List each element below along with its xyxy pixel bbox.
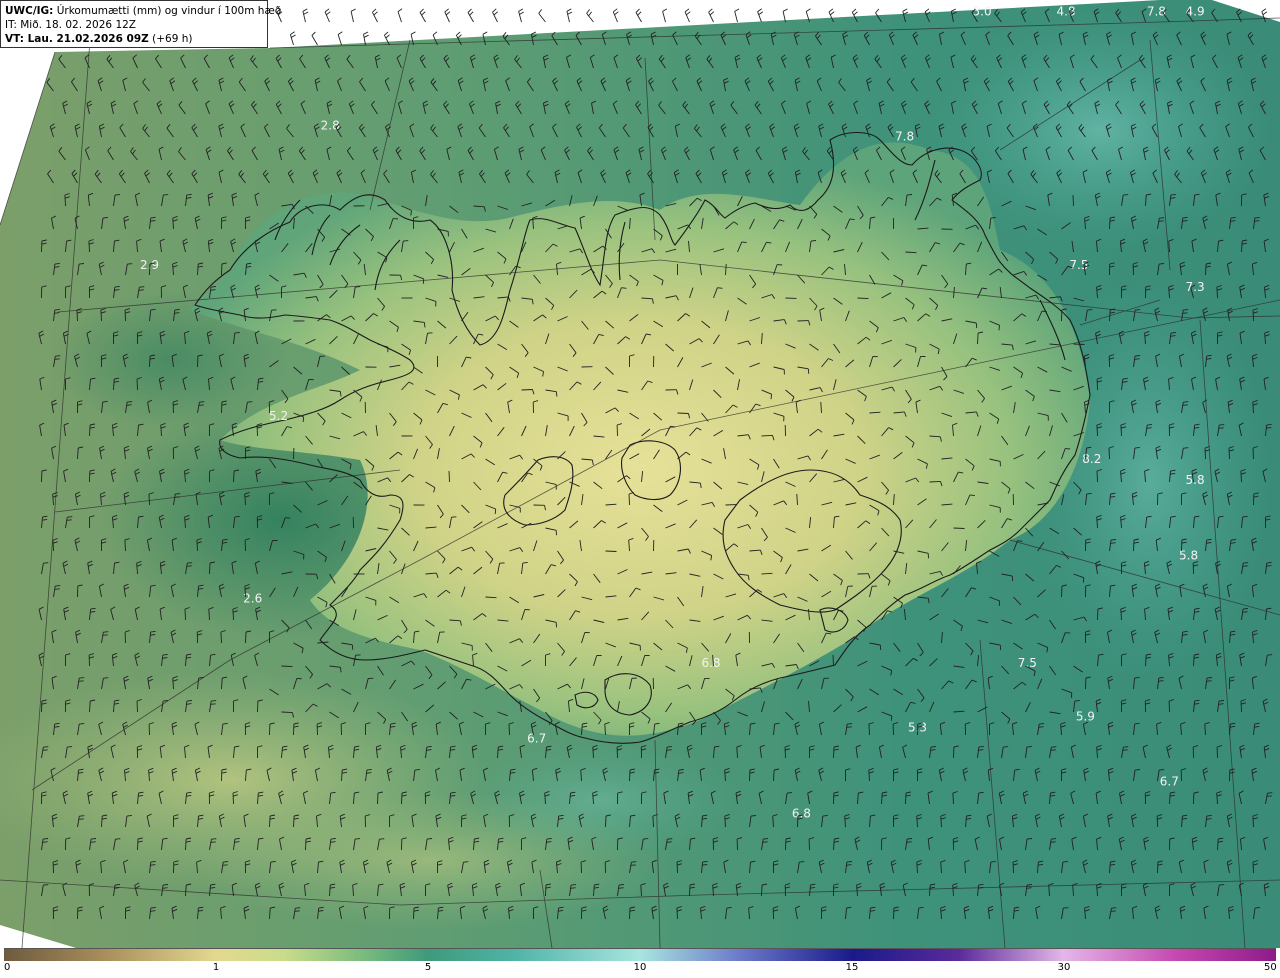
wind-barb [953, 527, 965, 529]
colorbar-tick: 15 [845, 962, 859, 973]
wind-barb [857, 297, 869, 300]
wind-barb [832, 654, 834, 667]
wind-barb [538, 9, 546, 23]
wind-barb [1072, 194, 1074, 207]
field-value-label: 2.6 [243, 592, 262, 606]
wind-barb [289, 31, 296, 46]
field-value-label: 7.8 [895, 129, 914, 143]
wind-barb [708, 8, 715, 23]
wind-barb [734, 8, 740, 23]
field-value-label: 7.5 [1018, 656, 1037, 670]
field-value-label: 7.3 [1186, 280, 1205, 294]
field-value-label: 6.8 [701, 656, 720, 670]
field-value-label: 7.8 [1147, 5, 1166, 19]
header-title-line: UWC/IG: Úrkomumætti (mm) og vindur í 100… [5, 4, 281, 18]
product-code: UWC/IG: [5, 5, 54, 17]
field-value-label: 4.8 [1056, 5, 1075, 19]
forecast-map: 5.0 7.8 4.9 4.8 2.8 7.8 2.9 7.5 7.3 5.2 8.2 5.8 5.8 2… [0, 0, 1280, 948]
valid-time-line: VT: Lau. 21.02.2026 09Z (+69 h) [5, 32, 263, 46]
field-value-label: 5.9 [1076, 710, 1095, 724]
wind-barb [419, 8, 426, 23]
forecast-offset: (+69 h) [152, 33, 193, 45]
wind-barb [372, 8, 378, 23]
field-value-label: 5.2 [269, 409, 288, 423]
wind-barb [566, 8, 573, 23]
field-value-label: 6.7 [1160, 774, 1179, 788]
field-value-label: 5.8 [1186, 473, 1205, 487]
wind-barb [684, 8, 691, 23]
wind-barb [492, 8, 498, 23]
wind-barb [518, 8, 524, 23]
wind-barb [444, 8, 451, 23]
wind-barb [467, 8, 474, 23]
wind-barb [782, 8, 788, 23]
colorbar-tick: 1 [212, 962, 220, 973]
colorbar-tick: 10 [633, 962, 647, 973]
wind-barb [612, 8, 619, 23]
wind-barb [350, 8, 356, 23]
colorbar-ticks: 0 1 5 10 15 30 50 [0, 960, 1280, 978]
colorbar-tick: 50 [1264, 962, 1277, 973]
colorbar-tick: 0 [4, 962, 11, 973]
initial-time: IT: Mið. 18. 02. 2026 12Z [5, 19, 136, 31]
field-value-label: 7.5 [1069, 258, 1088, 272]
field-value-label: 6.7 [527, 731, 546, 745]
wind-barb [397, 8, 403, 23]
wind-barb [324, 8, 331, 23]
colorbar-tick: 30 [1057, 962, 1071, 973]
wind-barb [311, 31, 318, 46]
colorbar-tick: 5 [424, 962, 432, 973]
map-title: Úrkomumætti (mm) og vindur í 100m hæð [56, 5, 282, 17]
wind-barb [281, 665, 293, 668]
wind-barb [302, 8, 309, 23]
map-header: UWC/IG: Úrkomumætti (mm) og vindur í 100… [0, 0, 281, 48]
field-value-label: 5.0 [973, 5, 992, 19]
wind-barb [662, 8, 668, 23]
precipitation-wind-map: 5.0 7.8 4.94.82.87.82.9 7.57.35.28.25.85.82… [0, 0, 1280, 948]
valid-time: VT: Lau. 21.02.2026 09Z [5, 33, 149, 45]
wind-barb [586, 9, 594, 23]
wind-barb [605, 550, 617, 552]
field-value-label: 2.8 [321, 119, 340, 133]
wind-barb [1073, 343, 1085, 345]
wind-barb [635, 8, 642, 23]
wind-barb [337, 31, 343, 46]
wind-barb [757, 8, 764, 23]
wind-barb [448, 470, 450, 483]
